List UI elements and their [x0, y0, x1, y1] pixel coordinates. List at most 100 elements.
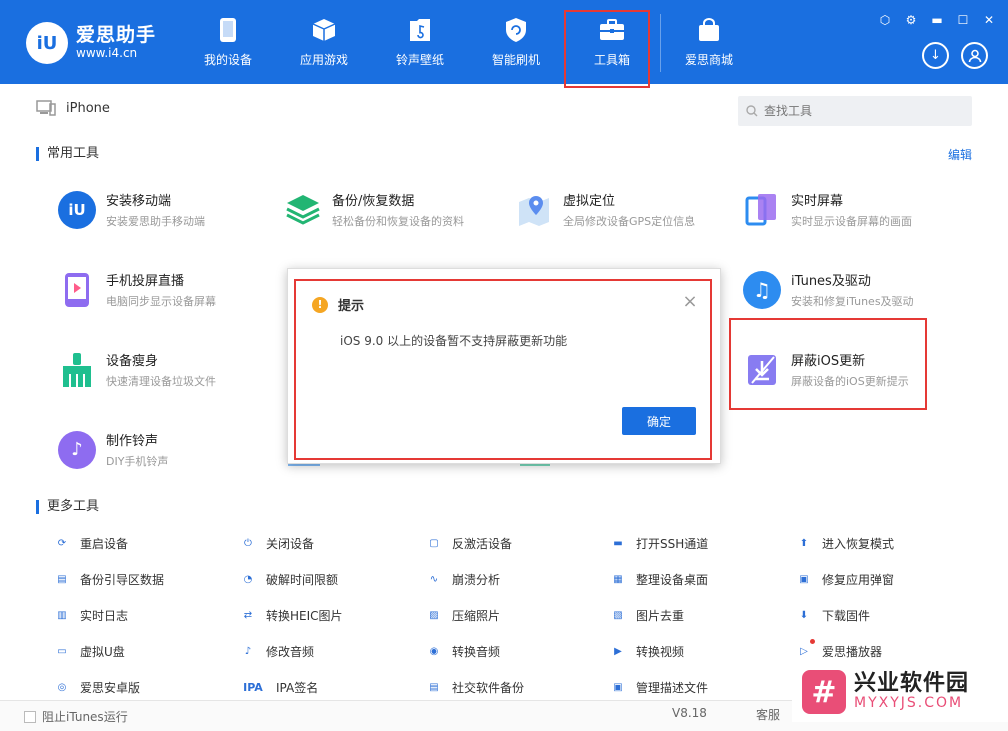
more-tool-label: 整理设备桌面: [636, 573, 709, 587]
tool-search[interactable]: [738, 96, 972, 126]
more-tool-item[interactable]: ▨ 压缩照片: [426, 607, 500, 624]
search-input[interactable]: [764, 104, 964, 118]
more-tool-item[interactable]: ⬆ 进入恢复模式: [796, 535, 894, 552]
tool-name: 手机投屏直播: [106, 274, 185, 289]
more-tool-item[interactable]: ▣ 修复应用弹窗: [796, 571, 894, 588]
user-icon[interactable]: [961, 42, 988, 69]
more-tool-item[interactable]: ▭ 虚拟U盘: [54, 643, 125, 660]
more-tool-item[interactable]: ◎ 爱思安卓版: [54, 679, 140, 696]
tool-name: 备份/恢复数据: [332, 194, 415, 209]
more-tool-label: 破解时间限额: [266, 573, 339, 587]
more-tool-item[interactable]: ▶ 转换视频: [610, 643, 684, 660]
tool-desc: 安装爱思助手移动端: [106, 215, 205, 228]
more-tool-item[interactable]: ⇄ 转换HEIC图片: [240, 607, 343, 624]
tool-name: 实时屏幕: [791, 194, 844, 209]
nav-ringtones[interactable]: 铃声壁纸: [372, 0, 468, 84]
tool-name: 制作铃声: [106, 434, 159, 449]
logo-name: 爱思助手: [76, 24, 157, 47]
tool-icon: ▧: [613, 610, 623, 621]
block-itunes-checkbox[interactable]: 阻止iTunes运行: [24, 708, 128, 725]
dialog-close-icon[interactable]: ×: [682, 293, 698, 311]
tool-icon: ⬇: [799, 610, 809, 621]
more-tool-item[interactable]: ◔ 破解时间限额: [240, 571, 338, 588]
download-icon[interactable]: ↓: [922, 42, 949, 69]
more-tool-item[interactable]: ⏻ 关闭设备: [240, 535, 314, 552]
layers-icon: [284, 191, 322, 229]
more-tool-item[interactable]: ▧ 图片去重: [610, 607, 684, 624]
tool-install-mobile[interactable]: iU 安装移动端 安装爱思助手移动端: [58, 190, 205, 229]
broom-icon: [58, 351, 96, 389]
tool-icon: ⬆: [799, 538, 809, 549]
skin-icon[interactable]: ⬡: [878, 13, 892, 27]
more-tool-label: 爱思播放器: [822, 645, 883, 659]
tool-make-ringtone[interactable]: ♪ 制作铃声 DIY手机铃声: [58, 430, 168, 469]
edit-link[interactable]: 编辑: [948, 146, 972, 163]
more-tool-item[interactable]: ⬇ 下载固件: [796, 607, 870, 624]
more-tool-label: 关闭设备: [266, 537, 315, 551]
more-tool-item[interactable]: IPA IPA签名: [240, 679, 318, 696]
tool-itunes-driver[interactable]: ♫ iTunes及驱动 安装和修复iTunes及驱动: [743, 270, 914, 309]
more-tool-item[interactable]: ∿ 崩溃分析: [426, 571, 500, 588]
more-tool-label: 修改音频: [266, 645, 315, 659]
more-tools-title: 更多工具: [36, 500, 99, 514]
more-tool-label: 反激活设备: [452, 537, 513, 551]
tool-icon: ▦: [613, 574, 623, 585]
tool-name: 虚拟定位: [563, 194, 616, 209]
tool-icon: ⟳: [57, 538, 67, 549]
more-tool-item[interactable]: ▷ 爱思播放器: [796, 639, 883, 660]
nav-smart-flash[interactable]: 智能刷机: [468, 0, 564, 84]
more-tool-item[interactable]: ⟳ 重启设备: [54, 535, 128, 552]
tool-icon: ⏻: [244, 538, 252, 549]
minimize-icon[interactable]: ▬: [930, 13, 944, 27]
nav-toolbox[interactable]: 工具箱: [564, 0, 660, 88]
maximize-icon[interactable]: ☐: [956, 13, 970, 27]
more-tool-label: 转换视频: [636, 645, 685, 659]
tool-virtual-location[interactable]: 虚拟定位全局修改设备GPS定位信息: [515, 190, 695, 229]
more-tool-item[interactable]: ▤ 备份引导区数据: [54, 571, 164, 588]
nav-apps-games[interactable]: 应用游戏: [276, 0, 372, 84]
more-tool-label: 进入恢复模式: [822, 537, 895, 551]
logo-badge: iU: [26, 22, 68, 64]
tool-device-cleanup[interactable]: 设备瘦身 快速清理设备垃圾文件: [58, 350, 216, 389]
more-tool-item[interactable]: ▣ 管理描述文件: [610, 679, 708, 696]
toolbox-icon: [599, 17, 625, 43]
nav-store[interactable]: 爱思商城: [661, 0, 757, 84]
version-label: V8.18: [672, 706, 707, 720]
more-tool-label: 图片去重: [636, 609, 685, 623]
music-note-icon: ♫: [743, 270, 781, 309]
more-tool-label: 社交软件备份: [452, 681, 525, 695]
more-tool-item[interactable]: ◉ 转换音频: [426, 643, 500, 660]
checkbox-label: 阻止iTunes运行: [42, 710, 128, 724]
service-link[interactable]: 客服: [756, 706, 780, 723]
more-tool-item[interactable]: ▥ 实时日志: [54, 607, 128, 624]
tool-desc: 全局修改设备GPS定位信息: [563, 215, 696, 228]
refresh-shield-icon: [503, 17, 529, 43]
tool-live-screen[interactable]: 实时屏幕 实时显示设备屏幕的画面: [743, 190, 912, 229]
tool-icon: ▤: [57, 574, 67, 585]
settings-icon[interactable]: ⚙: [904, 13, 918, 27]
more-tool-item[interactable]: ▤ 社交软件备份: [426, 679, 524, 696]
nav-my-device[interactable]: 我的设备: [180, 0, 276, 84]
dialog-ok-button[interactable]: 确定: [622, 407, 696, 435]
device-selector[interactable]: iPhone: [36, 100, 110, 116]
more-tool-item[interactable]: ▬ 打开SSH通道: [610, 535, 708, 552]
new-badge: [810, 639, 815, 644]
screen-mirror-icon: [743, 191, 781, 229]
more-tool-label: 备份引导区数据: [80, 573, 165, 587]
tool-desc: 轻松备份和恢复设备的资料: [332, 215, 464, 228]
checkbox-box[interactable]: [24, 710, 36, 723]
tool-icon: ♪: [244, 646, 252, 657]
tool-screen-cast[interactable]: 手机投屏直播 电脑同步显示设备屏幕: [58, 270, 216, 309]
more-tool-item[interactable]: ▢ 反激活设备: [426, 535, 512, 552]
search-icon: [746, 105, 758, 117]
more-tool-label: 爱思安卓版: [80, 681, 141, 695]
more-tool-label: 崩溃分析: [452, 573, 501, 587]
tool-icon: ▶: [614, 646, 622, 657]
tool-backup-restore[interactable]: 备份/恢复数据轻松备份和恢复设备的资料: [284, 190, 464, 229]
more-tool-item[interactable]: ▦ 整理设备桌面: [610, 571, 708, 588]
tool-desc: 快速清理设备垃圾文件: [106, 375, 216, 388]
tool-icon: ◉: [429, 646, 439, 657]
dialog-message: iOS 9.0 以上的设备暂不支持屏蔽更新功能: [340, 334, 568, 348]
close-icon[interactable]: ✕: [982, 13, 996, 27]
more-tool-item[interactable]: ♪ 修改音频: [240, 643, 314, 660]
